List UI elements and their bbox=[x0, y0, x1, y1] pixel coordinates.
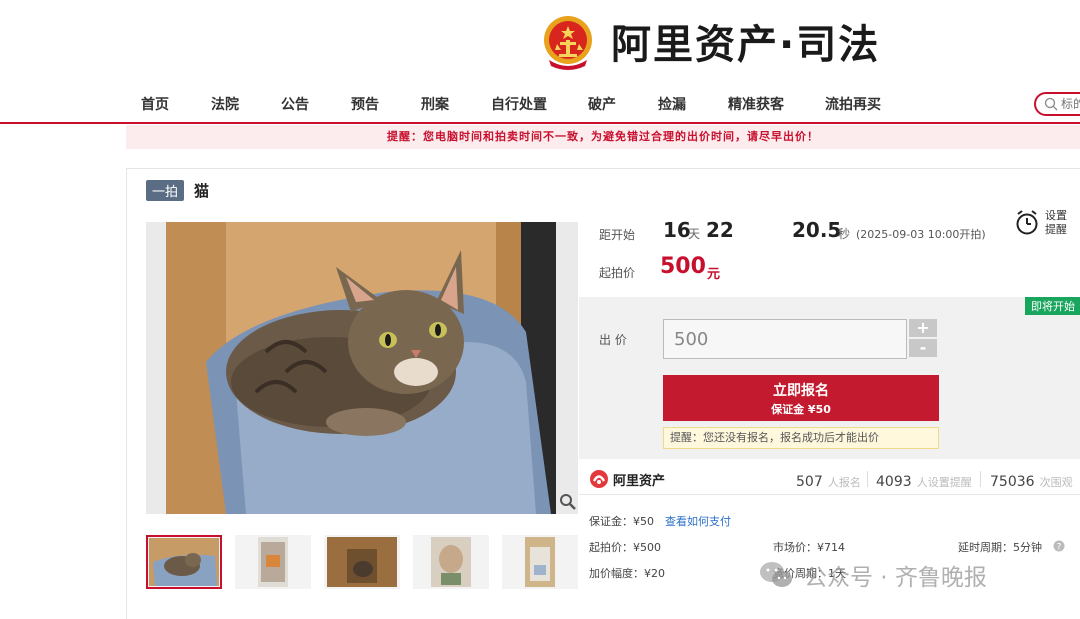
wechat-icon bbox=[760, 562, 792, 587]
time-mismatch-alert: 提醒：您电脑时间和拍卖时间不一致，为避免错过合理的出价时间，请尽早出价！ bbox=[126, 125, 1080, 149]
deposit-label: 保证金 ¥50 bbox=[771, 403, 831, 416]
thumbnail-image bbox=[258, 537, 288, 587]
nav-item-failed-rebuy[interactable]: 流拍再买 bbox=[825, 94, 881, 114]
bid-area: 即将开始 出 价 + - 立即报名 保证金 ¥50 提醒：您还没有报名，报名成功… bbox=[579, 297, 1080, 459]
decrease-bid-button[interactable]: - bbox=[909, 339, 937, 357]
reminders-count: 4093 bbox=[876, 474, 912, 490]
signup-button[interactable]: 立即报名 保证金 ¥50 bbox=[663, 375, 939, 421]
round-badge: 一拍 bbox=[146, 180, 185, 201]
stats-divider bbox=[867, 471, 868, 487]
auction-panel: 一拍 猫 距开始 16 天 22 20.5 秒 (2025-09-03 10:0… bbox=[126, 168, 1080, 619]
reminders-stat: 4093 人设置提醒 bbox=[876, 471, 972, 490]
thumbnail-image bbox=[149, 538, 219, 586]
zoom-icon[interactable] bbox=[559, 493, 577, 511]
search-input[interactable] bbox=[1061, 97, 1080, 111]
views-label: 次围观 bbox=[1039, 476, 1073, 489]
nav-item-preview[interactable]: 预告 bbox=[351, 94, 379, 114]
thumbnail-strip bbox=[146, 535, 591, 589]
alarm-clock-icon bbox=[1016, 210, 1038, 235]
thumbnail-4[interactable] bbox=[413, 535, 489, 589]
increase-bid-button[interactable]: + bbox=[909, 319, 937, 337]
countdown-label: 距开始 bbox=[599, 228, 636, 242]
start-price-detail: 起拍价：¥500 bbox=[589, 541, 661, 554]
nav-item-self-disposal[interactable]: 自行处置 bbox=[491, 94, 547, 114]
watermark-text: 公众号 · 齐鲁晚报 bbox=[804, 565, 987, 591]
thumbnail-2[interactable] bbox=[235, 535, 311, 589]
nav-item-bankruptcy[interactable]: 破产 bbox=[588, 94, 616, 114]
market-price-detail: 市场价：¥714 bbox=[773, 541, 845, 554]
cat-photo[interactable] bbox=[166, 222, 556, 514]
views-count: 75036 bbox=[990, 474, 1035, 490]
ali-assets-logo: 阿里资产 bbox=[589, 469, 665, 489]
thumbnail-5[interactable] bbox=[502, 535, 578, 589]
main-nav: 首页 法院 公告 预告 刑案 自行处置 破产 捡漏 精准获客 流拍再买 bbox=[0, 92, 1080, 124]
nav-item-court[interactable]: 法院 bbox=[211, 94, 239, 114]
status-badge: 即将开始 bbox=[1025, 297, 1080, 315]
signups-stat: 507 人报名 bbox=[796, 471, 861, 490]
signups-count: 507 bbox=[796, 474, 823, 490]
set-reminder-label: 设置提醒 bbox=[1045, 209, 1067, 236]
svg-text:?: ? bbox=[1057, 543, 1062, 553]
views-stat: 75036 次围观 bbox=[990, 471, 1073, 490]
help-icon[interactable]: ? bbox=[1053, 540, 1065, 552]
thumbnail-3[interactable] bbox=[324, 535, 400, 589]
search-box[interactable] bbox=[1034, 92, 1080, 116]
countdown-section: 距开始 16 天 22 20.5 秒 (2025-09-03 10:00开拍) … bbox=[579, 209, 1080, 297]
start-price-value: 500 bbox=[660, 254, 706, 279]
nav-item-bargain[interactable]: 捡漏 bbox=[658, 94, 686, 114]
nav-item-home[interactable]: 首页 bbox=[141, 94, 169, 114]
countdown-days: 16 bbox=[663, 218, 691, 242]
increment-detail: 加价幅度：¥20 bbox=[589, 567, 665, 580]
start-time: (2025-09-03 10:00开拍) bbox=[856, 228, 986, 241]
delay-period-detail: 延时周期：5分钟 bbox=[958, 541, 1042, 554]
set-reminder-button[interactable]: 设置提醒 bbox=[1015, 209, 1075, 237]
countdown-seconds: 20.5 bbox=[792, 218, 842, 242]
item-title: 猫 bbox=[194, 182, 210, 200]
thumbnail-image bbox=[327, 537, 397, 587]
stats-row: 阿里资产 507 人报名 4093 人设置提醒 75036 次围观 bbox=[579, 459, 1080, 495]
logo-text: 阿里资产·司法 bbox=[611, 22, 881, 68]
nav-item-precise-leads[interactable]: 精准获客 bbox=[728, 94, 784, 114]
thumbnail-image bbox=[431, 537, 471, 587]
page: 阿里资产·司法 首页 法院 公告 预告 刑案 自行处置 破产 捡漏 精准获客 流… bbox=[0, 0, 1080, 619]
signups-label: 人报名 bbox=[827, 476, 861, 489]
court-emblem-icon bbox=[544, 16, 592, 70]
signup-tip: 提醒：您还没有报名，报名成功后才能出价 bbox=[663, 427, 939, 449]
thumbnail-image bbox=[525, 537, 555, 587]
main-image-area bbox=[146, 222, 578, 514]
bid-amount-input[interactable] bbox=[663, 319, 907, 359]
ali-assets-logo-icon bbox=[590, 470, 608, 488]
start-price-unit: 元 bbox=[707, 267, 721, 282]
search-icon bbox=[1044, 97, 1058, 111]
how-to-pay-link[interactable]: 查看如何支付 bbox=[665, 513, 731, 529]
reminders-label: 人设置提醒 bbox=[916, 476, 972, 489]
site-logo[interactable]: 阿里资产·司法 bbox=[543, 12, 880, 70]
thumbnail-1[interactable] bbox=[146, 535, 222, 589]
countdown-seconds-unit: 秒 bbox=[838, 227, 851, 241]
watermark: 公众号 · 齐鲁晚报 bbox=[758, 558, 987, 592]
countdown-hours: 22 bbox=[706, 218, 734, 242]
countdown-days-unit: 天 bbox=[688, 227, 701, 241]
nav-item-announcement[interactable]: 公告 bbox=[281, 94, 309, 114]
item-title-row: 一拍 猫 bbox=[146, 180, 209, 201]
nav-item-criminal[interactable]: 刑案 bbox=[421, 94, 449, 114]
ali-assets-logo-text: 阿里资产 bbox=[613, 473, 666, 489]
signup-label: 立即报名 bbox=[773, 383, 829, 399]
start-price-label: 起拍价 bbox=[599, 266, 636, 280]
bid-label: 出 价 bbox=[599, 333, 627, 347]
deposit-detail: 保证金：¥50 bbox=[589, 515, 654, 528]
stats-divider bbox=[980, 471, 981, 487]
